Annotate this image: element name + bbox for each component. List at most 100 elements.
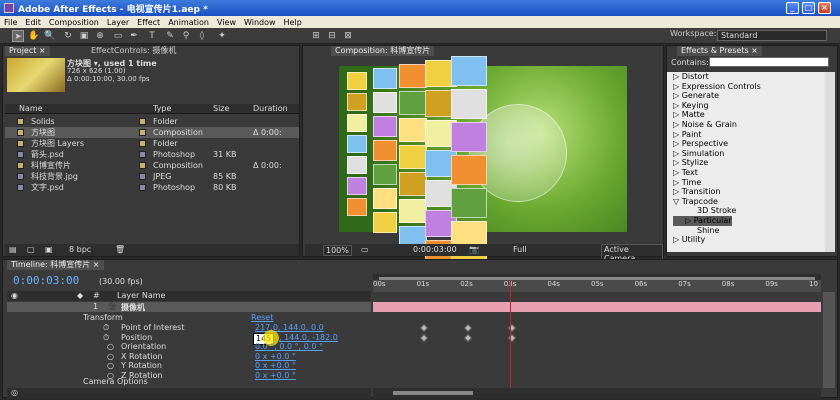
col-name[interactable]: Name (19, 104, 43, 113)
stopwatch-icon[interactable]: ⏱ (103, 333, 109, 343)
effects-scrollbar[interactable] (825, 72, 835, 252)
trash-icon[interactable]: 🗑 (115, 245, 125, 254)
tab-composition[interactable]: Composition: 科博宣传片 (331, 46, 435, 56)
tab-effect-controls[interactable]: EffectControls: 摄像机 (87, 46, 180, 56)
interpret-footage-icon[interactable]: ▤ (9, 245, 17, 254)
effect-category-item[interactable]: ▷ Keying (673, 101, 709, 111)
camera-snapshot-icon[interactable]: 📷 (469, 245, 479, 254)
menu-animation[interactable]: Animation (164, 18, 213, 27)
timeline-scrollbar[interactable] (823, 292, 835, 388)
effect-category-item[interactable]: ▷ Text (673, 168, 698, 178)
camera-tool-icon[interactable]: ▣ (78, 30, 90, 42)
effect-category-item[interactable]: ▷ Particular (673, 216, 732, 226)
effect-category-item[interactable]: ▽ Trapcode (673, 197, 718, 207)
time-ruler[interactable]: 00s01s02s03s04s05s06s07s08s09s10 (373, 280, 821, 292)
transform-reset-link[interactable]: Reset (251, 313, 273, 322)
menu-edit[interactable]: Edit (21, 18, 45, 27)
layer-name[interactable]: 摄像机 (121, 302, 145, 313)
effect-category-item[interactable]: Shine (673, 226, 719, 236)
project-item[interactable]: 文字.psd Photoshop 80 KB (5, 182, 299, 193)
effect-category-item[interactable]: ▷ Utility (673, 235, 705, 245)
maximize-button[interactable]: □ (802, 2, 815, 14)
menu-file[interactable]: File (0, 18, 21, 27)
bpc-label[interactable]: 8 bpc (69, 245, 91, 254)
zoom-select[interactable]: 100% (323, 245, 352, 256)
close-button[interactable]: × (818, 2, 831, 14)
menu-help[interactable]: Help (280, 18, 306, 27)
mask-tool-icon[interactable]: ▭ (112, 30, 124, 42)
keyframe[interactable] (463, 323, 473, 333)
workspace-select[interactable]: Standard (717, 30, 827, 41)
label-icon[interactable]: ◆ (77, 291, 83, 300)
property-value[interactable]: , 144.0, -182.0 (279, 333, 338, 343)
clone-stamp-tool-icon[interactable]: ⚲ (180, 30, 192, 42)
stopwatch-off-icon[interactable]: ○ (107, 342, 114, 352)
axis-local-icon[interactable]: ⊞ (310, 30, 322, 42)
keyframe[interactable] (463, 333, 473, 342)
camera-options-group[interactable]: Camera Options (83, 377, 148, 386)
timeline-current-time[interactable]: 0:00:03:00 (13, 274, 79, 287)
transform-property-row[interactable]: ○ X Rotation 0 x +0.0 ° (7, 352, 371, 362)
property-value[interactable]: 0.0 °, 0.0 °, 0.0 ° (255, 342, 323, 352)
pan-behind-tool-icon[interactable]: ⊕ (94, 30, 106, 42)
layer-row[interactable]: 1 🎥 摄像机 (7, 302, 371, 312)
toggle-switches-icon[interactable]: ◎ (11, 388, 18, 397)
composition-viewer[interactable] (339, 56, 627, 284)
stopwatch-off-icon[interactable]: ○ (107, 361, 114, 371)
col-duration[interactable]: Duration (253, 104, 288, 113)
axis-world-icon[interactable]: ⊟ (326, 30, 338, 42)
current-time-indicator[interactable] (510, 280, 511, 388)
menu-composition[interactable]: Composition (45, 18, 103, 27)
effect-category-item[interactable]: ▷ Simulation (673, 149, 724, 159)
effect-category-item[interactable]: ▷ Generate (673, 91, 719, 101)
timeline-zoom-slider[interactable] (393, 391, 473, 395)
effect-category-item[interactable]: ▷ Time (673, 178, 701, 188)
minimize-button[interactable]: _ (786, 2, 799, 14)
transform-group[interactable]: Transform (83, 313, 123, 322)
stopwatch-off-icon[interactable]: ○ (107, 352, 114, 362)
effect-category-item[interactable]: ▷ Paint (673, 130, 702, 140)
transform-property-row[interactable]: ○ Z Rotation 0 x +0.0 ° (7, 371, 371, 381)
tab-project[interactable]: Project × (5, 46, 50, 56)
col-size[interactable]: Size (213, 104, 229, 113)
property-value[interactable]: 0 x +0.0 ° (255, 361, 296, 371)
keyframe[interactable] (419, 323, 429, 333)
stopwatch-icon[interactable]: ⏱ (103, 323, 109, 333)
transform-property-row[interactable]: ⏱ Point of Interest 217.0, 144.0, 0.0 (7, 323, 371, 333)
hand-tool-icon[interactable]: ✋ (28, 30, 40, 42)
effect-category-item[interactable]: ▷ Matte (673, 110, 705, 120)
menu-window[interactable]: Window (240, 18, 280, 27)
layer-duration-bar[interactable] (373, 302, 821, 312)
effect-category-item[interactable]: 3D Stroke (673, 206, 736, 216)
brush-tool-icon[interactable]: ✎ (164, 30, 176, 42)
effects-search-input[interactable] (709, 57, 829, 67)
label-swatch[interactable] (139, 140, 146, 147)
keyframe[interactable] (419, 333, 429, 342)
label-swatch[interactable] (139, 184, 146, 191)
rotate-tool-icon[interactable]: ↻ (62, 30, 74, 42)
zoom-tool-icon[interactable]: 🔍 (44, 30, 56, 42)
effect-category-item[interactable]: ▷ Expression Controls (673, 82, 761, 92)
eraser-tool-icon[interactable]: ◊ (196, 30, 208, 42)
menu-view[interactable]: View (213, 18, 240, 27)
tab-effects-presets[interactable]: Effects & Presets × (677, 46, 762, 56)
project-item[interactable]: 科技背景.jpg JPEG 85 KB (5, 171, 299, 182)
effect-category-item[interactable]: ▷ Noise & Grain (673, 120, 737, 130)
label-swatch[interactable] (139, 129, 146, 136)
text-tool-icon[interactable]: T (146, 30, 158, 42)
current-time[interactable]: 0:00:03:00 (413, 245, 457, 254)
project-item[interactable]: 方块图 Composition Δ 0:00: (5, 127, 299, 138)
tab-timeline[interactable]: Timeline: 科博宣传片 × (7, 260, 104, 270)
project-item[interactable]: Solids Folder (5, 116, 299, 127)
effect-category-item[interactable]: ▷ Transition (673, 187, 720, 197)
effect-category-item[interactable]: ▷ Stylize (673, 158, 708, 168)
property-value[interactable]: 0 x +0.0 ° (255, 371, 296, 381)
property-value[interactable]: 0 x +0.0 ° (255, 352, 296, 362)
col-type[interactable]: Type (153, 104, 171, 113)
eye-icon[interactable]: ◉ (11, 291, 18, 300)
resolution-select[interactable]: Full (513, 245, 527, 254)
menu-layer[interactable]: Layer (103, 18, 133, 27)
label-swatch[interactable] (139, 173, 146, 180)
effect-category-item[interactable]: ▷ Distort (673, 72, 709, 82)
project-item[interactable]: 科博宣传片 Composition Δ 0:00: (5, 160, 299, 171)
